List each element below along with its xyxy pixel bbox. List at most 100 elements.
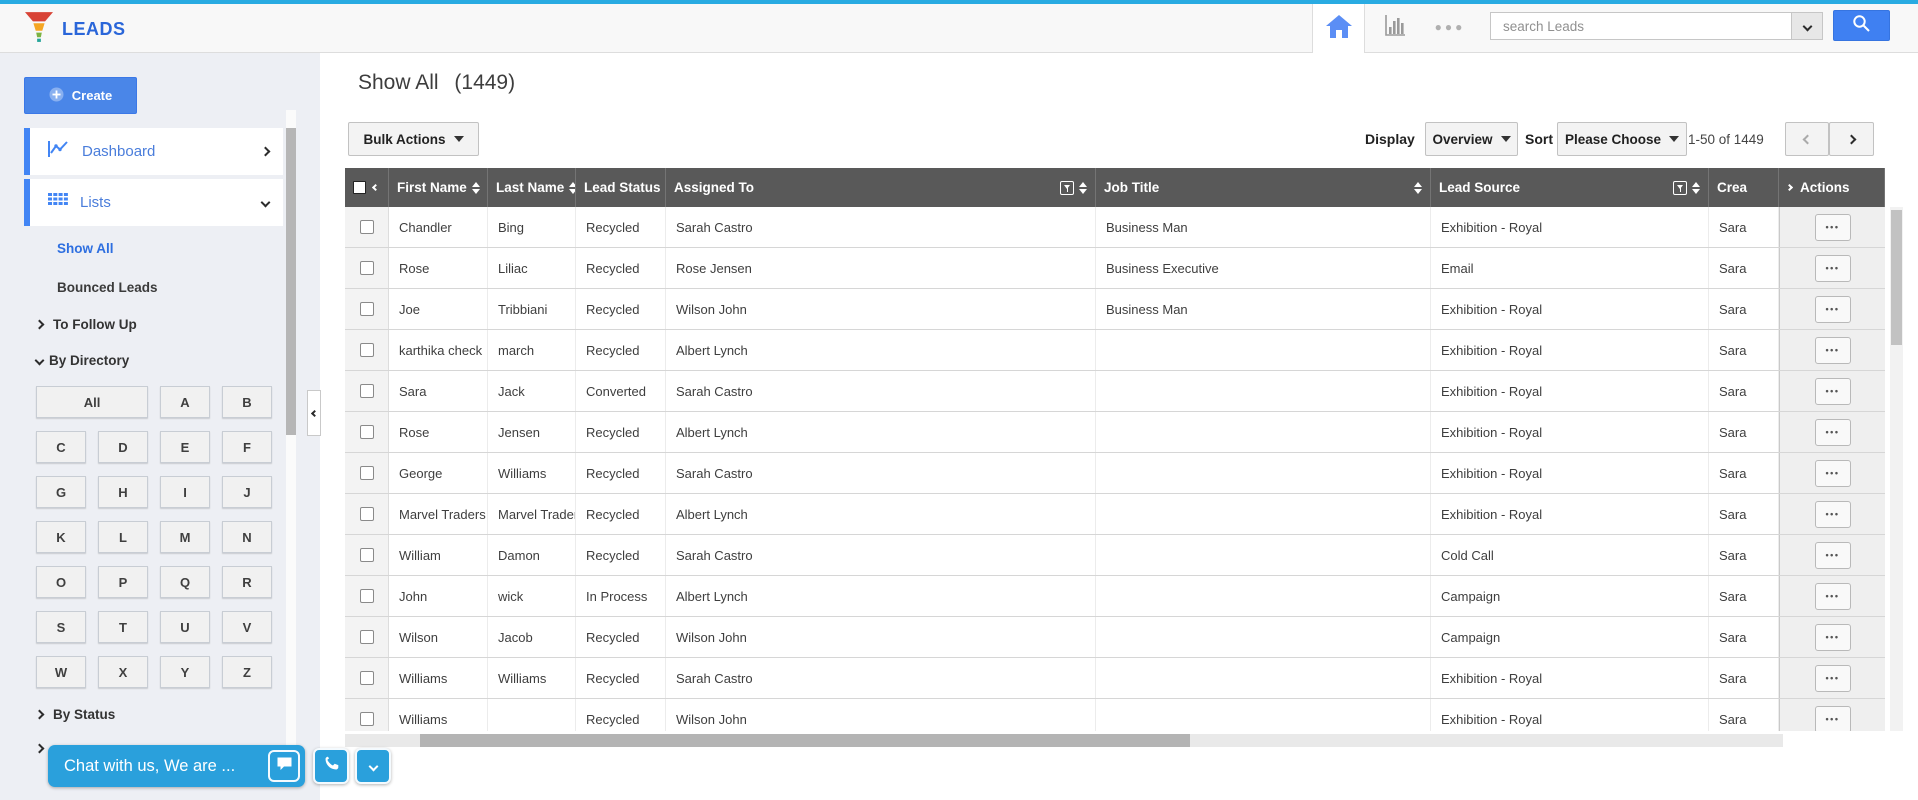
sidebar-scrollbar[interactable] (286, 110, 296, 748)
sidebar-item-lists[interactable]: Lists (24, 179, 283, 226)
directory-letter-k[interactable]: K (36, 521, 86, 553)
column-header-lead-source[interactable]: Lead Source (1431, 168, 1709, 207)
table-row[interactable]: George Williams Recycled Sarah Castro Ex… (345, 453, 1885, 494)
column-header-last-name[interactable]: Last Name (488, 168, 576, 207)
table-row[interactable]: Joe Tribbiani Recycled Wilson John Busin… (345, 289, 1885, 330)
vertical-scrollbar[interactable] (1890, 207, 1903, 731)
column-header-first-name[interactable]: First Name (389, 168, 488, 207)
sidebar-section-to-follow-up[interactable]: To Follow Up (36, 317, 137, 332)
table-row[interactable]: William Damon Recycled Sarah Castro Cold… (345, 535, 1885, 576)
directory-letter-z[interactable]: Z (222, 656, 272, 688)
directory-letter-g[interactable]: G (36, 476, 86, 508)
display-dropdown[interactable]: Overview (1425, 122, 1518, 156)
directory-letter-s[interactable]: S (36, 611, 86, 643)
row-checkbox[interactable] (360, 712, 374, 726)
filter-icon[interactable] (1060, 181, 1074, 195)
table-row[interactable]: Rose Jensen Recycled Albert Lynch Exhibi… (345, 412, 1885, 453)
directory-letter-q[interactable]: Q (160, 566, 210, 598)
row-actions-button[interactable]: ••• (1815, 665, 1851, 692)
directory-letter-l[interactable]: L (98, 521, 148, 553)
directory-letter-c[interactable]: C (36, 431, 86, 463)
directory-letter-e[interactable]: E (160, 431, 210, 463)
sidebar-item-dashboard[interactable]: Dashboard (24, 128, 283, 175)
directory-letter-r[interactable]: R (222, 566, 272, 598)
bulk-actions-button[interactable]: Bulk Actions (348, 122, 479, 156)
sidebar-section-by-directory[interactable]: By Directory (36, 353, 129, 368)
directory-letter-d[interactable]: D (98, 431, 148, 463)
row-actions-button[interactable]: ••• (1815, 583, 1851, 610)
row-actions-button[interactable]: ••• (1815, 706, 1851, 732)
directory-letter-b[interactable]: B (222, 386, 272, 418)
previous-page-button[interactable] (1785, 122, 1829, 156)
row-actions-button[interactable]: ••• (1815, 501, 1851, 528)
table-row[interactable]: Marvel Traders Marvel Traders Recycled A… (345, 494, 1885, 535)
directory-letter-o[interactable]: O (36, 566, 86, 598)
table-row[interactable]: Wilson Jacob Recycled Wilson John Campai… (345, 617, 1885, 658)
sort-icon[interactable] (1414, 182, 1422, 194)
row-actions-button[interactable]: ••• (1815, 419, 1851, 446)
search-button[interactable] (1833, 10, 1890, 41)
home-button[interactable] (1312, 4, 1365, 53)
directory-letter-i[interactable]: I (160, 476, 210, 508)
sort-icon[interactable] (1692, 182, 1700, 194)
sidebar-item-show-all[interactable]: Show All (57, 241, 114, 256)
row-checkbox[interactable] (360, 548, 374, 562)
directory-letter-m[interactable]: M (160, 521, 210, 553)
sidebar-item-bounced-leads[interactable]: Bounced Leads (57, 280, 158, 295)
select-all-checkbox[interactable] (353, 181, 366, 194)
row-actions-button[interactable]: ••• (1815, 255, 1851, 282)
table-row[interactable]: karthika check march Recycled Albert Lyn… (345, 330, 1885, 371)
sort-icon[interactable] (472, 182, 480, 194)
table-row[interactable]: Chandler Bing Recycled Sarah Castro Busi… (345, 207, 1885, 248)
sidebar-section-by-status[interactable]: By Status (36, 707, 115, 722)
directory-letter-all[interactable]: All (36, 386, 148, 418)
row-actions-button[interactable]: ••• (1815, 296, 1851, 323)
column-header-job-title[interactable]: Job Title (1096, 168, 1431, 207)
more-menu-button[interactable]: ●●● (1432, 15, 1468, 39)
row-checkbox[interactable] (360, 220, 374, 234)
chat-bubble-button[interactable] (268, 750, 300, 782)
directory-letter-h[interactable]: H (98, 476, 148, 508)
row-actions-button[interactable]: ••• (1815, 337, 1851, 364)
directory-letter-w[interactable]: W (36, 656, 86, 688)
directory-letter-f[interactable]: F (222, 431, 272, 463)
sort-dropdown[interactable]: Please Choose (1557, 122, 1687, 156)
chat-minimize-button[interactable] (355, 748, 391, 784)
scroll-right-icon[interactable] (1786, 184, 1793, 191)
directory-letter-v[interactable]: V (222, 611, 272, 643)
row-checkbox[interactable] (360, 630, 374, 644)
row-actions-button[interactable]: ••• (1815, 460, 1851, 487)
row-checkbox[interactable] (360, 466, 374, 480)
table-row[interactable]: Rose Liliac Recycled Rose Jensen Busines… (345, 248, 1885, 289)
column-header-assigned-to[interactable]: Assigned To (666, 168, 1096, 207)
table-row[interactable]: Williams Williams Recycled Sarah Castro … (345, 658, 1885, 699)
directory-letter-x[interactable]: X (98, 656, 148, 688)
row-checkbox[interactable] (360, 384, 374, 398)
directory-letter-n[interactable]: N (222, 521, 272, 553)
table-row[interactable]: Williams Recycled Wilson John Exhibition… (345, 699, 1885, 731)
sort-icon[interactable] (1079, 182, 1087, 194)
directory-letter-u[interactable]: U (160, 611, 210, 643)
sidebar-scrollbar-thumb[interactable] (286, 128, 296, 435)
row-checkbox[interactable] (360, 302, 374, 316)
column-header-lead-status[interactable]: Lead Status (576, 168, 666, 207)
vertical-scrollbar-thumb[interactable] (1891, 210, 1902, 345)
row-checkbox[interactable] (360, 425, 374, 439)
directory-letter-p[interactable]: P (98, 566, 148, 598)
search-scope-dropdown[interactable] (1792, 12, 1823, 40)
chat-phone-button[interactable] (313, 748, 349, 784)
row-checkbox[interactable] (360, 343, 374, 357)
create-button[interactable]: Create (24, 77, 137, 114)
sidebar-section-collapsed[interactable] (36, 745, 43, 752)
sidebar-collapse-handle[interactable] (307, 390, 321, 436)
horizontal-scrollbar[interactable] (345, 734, 1783, 747)
row-checkbox[interactable] (360, 261, 374, 275)
directory-letter-t[interactable]: T (98, 611, 148, 643)
row-actions-button[interactable]: ••• (1815, 214, 1851, 241)
row-actions-button[interactable]: ••• (1815, 378, 1851, 405)
search-input[interactable] (1490, 12, 1792, 40)
row-checkbox[interactable] (360, 589, 374, 603)
directory-letter-y[interactable]: Y (160, 656, 210, 688)
sort-icon[interactable] (569, 182, 576, 194)
scroll-left-icon[interactable] (372, 184, 379, 191)
